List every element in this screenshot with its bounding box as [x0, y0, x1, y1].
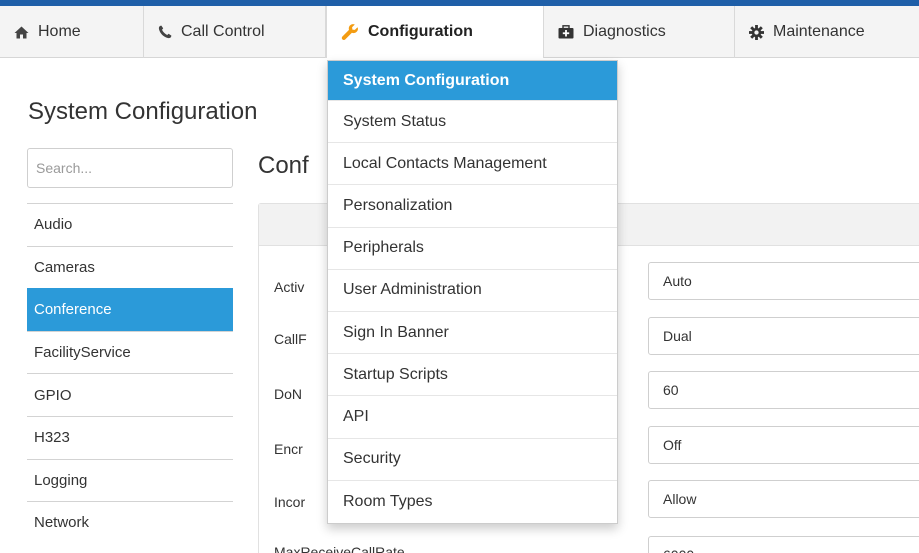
tab-home-label: Home [38, 23, 81, 40]
menu-item-personalization[interactable]: Personalization [328, 185, 617, 228]
search-input[interactable] [27, 148, 233, 188]
menu-item-api[interactable]: API [328, 396, 617, 439]
setting-label: Incor [274, 494, 306, 510]
sidebar-item-conference[interactable]: Conference [27, 288, 233, 331]
setting-value-select[interactable]: Off [648, 426, 919, 464]
page-title: System Configuration [28, 98, 258, 125]
sidebar-item-audio[interactable]: Audio [27, 203, 233, 246]
tab-maintenance[interactable]: Maintenance [735, 6, 919, 58]
setting-value-select[interactable]: Auto [648, 262, 919, 300]
tab-maintenance-label: Maintenance [773, 23, 865, 40]
menu-item-room-types[interactable]: Room Types [328, 481, 617, 523]
tab-diagnostics-label: Diagnostics [583, 23, 666, 40]
menu-item-startup-scripts[interactable]: Startup Scripts [328, 354, 617, 397]
sidebar: Audio Cameras Conference FacilityService… [27, 203, 233, 544]
setting-label: DoN [274, 386, 303, 402]
setting-value-input[interactable]: 60 [648, 371, 919, 409]
tab-configuration-label: Configuration [368, 23, 473, 40]
main-navbar: Home Call Control Configuration Diagnost… [0, 6, 919, 58]
setting-label: CallF [274, 331, 307, 347]
menu-item-system-status[interactable]: System Status [328, 101, 617, 144]
setting-label: MaxReceiveCallRate [274, 544, 405, 553]
sidebar-item-gpio[interactable]: GPIO [27, 373, 233, 416]
tab-call-control-label: Call Control [181, 23, 265, 40]
menu-item-system-configuration[interactable]: System Configuration [328, 61, 617, 101]
setting-value-select[interactable]: Allow [648, 480, 919, 518]
medkit-icon [558, 25, 574, 39]
section-heading: Conf [258, 152, 309, 179]
sidebar-item-facilityservice[interactable]: FacilityService [27, 330, 233, 374]
wrench-icon [341, 23, 359, 41]
sidebar-item-network[interactable]: Network [27, 501, 233, 544]
tab-configuration[interactable]: Configuration [326, 6, 544, 58]
setting-label: Encr [274, 441, 303, 457]
sidebar-item-cameras[interactable]: Cameras [27, 245, 233, 289]
home-icon [14, 26, 29, 39]
tab-call-control[interactable]: Call Control [144, 6, 326, 58]
sidebar-item-logging[interactable]: Logging [27, 458, 233, 502]
tab-diagnostics[interactable]: Diagnostics [544, 6, 735, 58]
setting-value-input[interactable]: 6000 [648, 536, 919, 553]
sidebar-item-h323[interactable]: H323 [27, 415, 233, 459]
configuration-dropdown-menu: System Configuration System Status Local… [327, 60, 618, 524]
tab-home[interactable]: Home [0, 6, 144, 58]
menu-item-user-administration[interactable]: User Administration [328, 270, 617, 312]
setting-value-select[interactable]: Dual [648, 317, 919, 355]
gear-icon [749, 24, 764, 40]
phone-icon [158, 25, 172, 39]
menu-item-local-contacts-management[interactable]: Local Contacts Management [328, 143, 617, 186]
menu-item-sign-in-banner[interactable]: Sign In Banner [328, 312, 617, 355]
menu-item-peripherals[interactable]: Peripherals [328, 228, 617, 270]
menu-item-security[interactable]: Security [328, 439, 617, 481]
setting-label: Activ [274, 279, 305, 295]
